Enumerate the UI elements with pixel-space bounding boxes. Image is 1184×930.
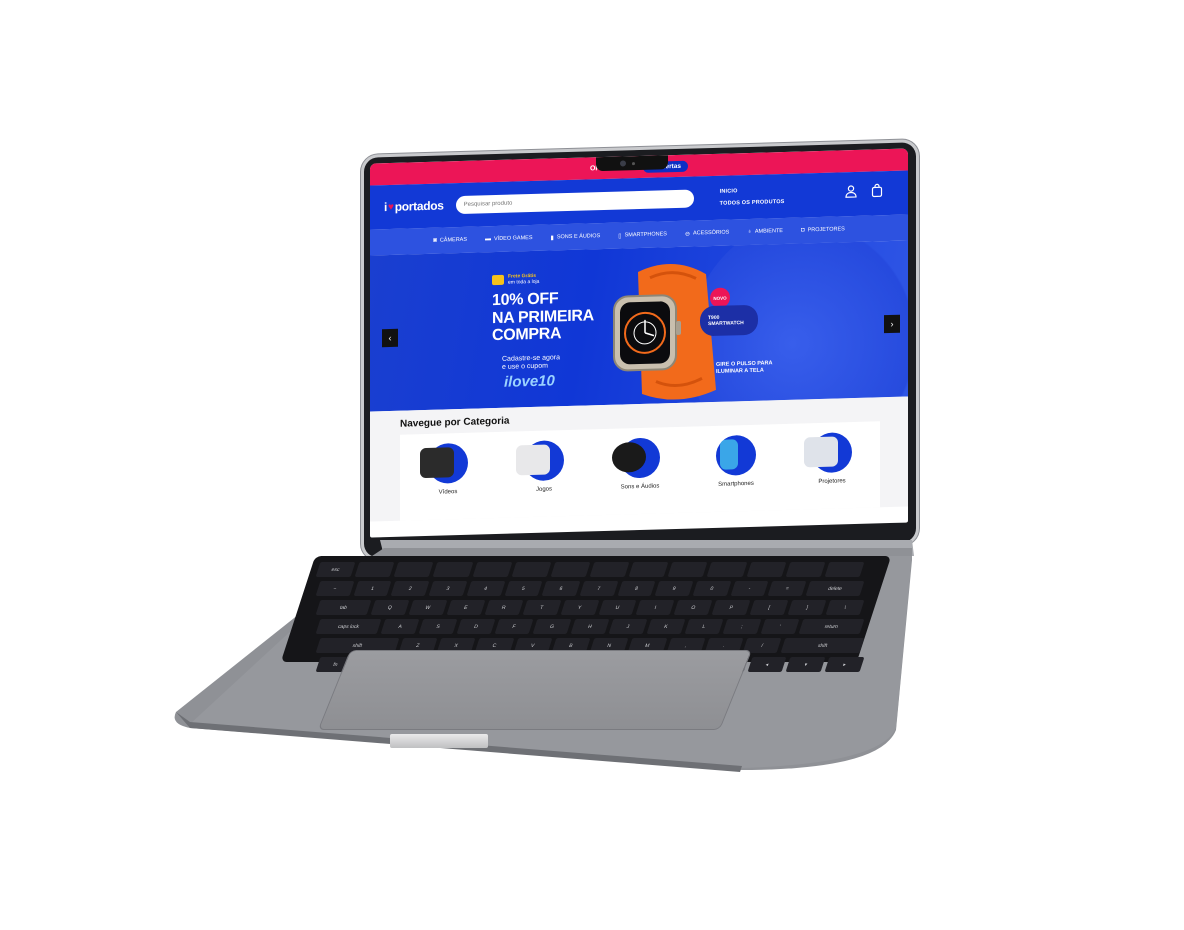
key[interactable] [393,562,434,577]
key[interactable]: ' [760,619,800,634]
key[interactable] [511,562,552,577]
key[interactable]: shift [780,638,865,653]
trackpad[interactable] [317,650,753,730]
key[interactable]: T [522,600,562,615]
key[interactable] [550,562,591,577]
key[interactable]: 8 [617,581,656,596]
key[interactable] [472,562,513,577]
key[interactable]: D [456,619,496,634]
key[interactable]: ~ [315,581,355,596]
key[interactable] [667,562,708,577]
key[interactable]: K [646,619,686,634]
keyboard-row: caps lock A S D F G H J K L; ' return [308,619,873,634]
key[interactable]: 3 [428,581,468,596]
key[interactable]: E [446,600,486,615]
key[interactable]: U [598,600,637,615]
key[interactable]: W [408,600,448,615]
key[interactable]: H [570,619,610,634]
key[interactable]: J [608,619,648,634]
arrow-down-key[interactable]: ▾ [785,657,826,672]
key[interactable] [746,562,787,577]
key[interactable]: 2 [390,581,430,596]
key[interactable]: G [532,619,572,634]
key[interactable]: tab [315,600,372,615]
key[interactable]: I [636,600,675,615]
key[interactable]: Y [560,600,599,615]
key[interactable]: 6 [541,581,581,596]
key[interactable] [706,562,747,577]
power-key[interactable] [824,562,865,577]
key[interactable]: L [684,619,724,634]
key[interactable]: F [494,619,534,634]
key[interactable]: delete [805,581,865,596]
key[interactable]: [ [749,600,789,615]
key[interactable]: esc [315,562,356,577]
key[interactable] [432,562,473,577]
key[interactable]: caps lock [315,619,382,634]
key[interactable] [785,562,826,577]
key[interactable]: P [711,600,751,615]
keyboard-row: esc [308,562,873,577]
key[interactable]: S [418,619,458,634]
key[interactable] [589,562,630,577]
key[interactable]: 4 [466,581,505,596]
key[interactable]: Q [370,600,410,615]
laptop-base [174,540,914,772]
key[interactable]: \ [825,600,865,615]
lid-opening-notch [390,734,488,748]
key[interactable]: R [484,600,524,615]
key[interactable]: ] [787,600,827,615]
key[interactable]: 0 [692,581,732,596]
key[interactable]: A [380,619,420,634]
key[interactable]: 5 [504,581,543,596]
key[interactable]: O [673,600,713,615]
arrow-right-key[interactable]: ▸ [824,657,865,672]
key[interactable] [354,562,395,577]
key[interactable]: ; [722,619,762,634]
key[interactable]: 9 [654,581,694,596]
key[interactable]: return [798,619,865,634]
key[interactable]: 1 [353,581,392,596]
key[interactable]: - [730,581,769,596]
arrow-left-key[interactable]: ◂ [747,657,787,672]
keyboard-row: ~1 2 3 4 5 6 7 8 9 0- = delete [308,581,873,596]
key[interactable]: 7 [579,581,619,596]
keyboard-row: tab Q W E R T Y U I O P[] \ [308,600,873,615]
key[interactable] [628,562,669,577]
key[interactable]: = [768,581,807,596]
